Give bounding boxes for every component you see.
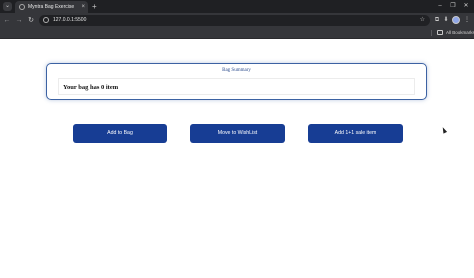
download-icon[interactable]: ⬇ (441, 13, 451, 28)
tab-favicon-icon (19, 4, 25, 10)
bookmarks-bar: All Bookmarks (0, 28, 474, 39)
add-to-bag-button[interactable]: Add to Bag (73, 124, 167, 143)
all-bookmarks-link[interactable]: All Bookmarks (446, 28, 474, 38)
address-bar[interactable]: 127.0.0.1:5500 ☆ (39, 15, 430, 26)
bookmarks-divider (431, 30, 432, 36)
move-to-wishlist-button[interactable]: Move to WishList (190, 124, 285, 143)
folder-icon[interactable] (437, 30, 443, 35)
menu-icon[interactable]: ⋮ (462, 13, 472, 28)
tab-search-icon[interactable]: ⌄ (3, 2, 12, 11)
mouse-cursor (440, 126, 448, 134)
browser-toolbar: ← → ↻ 127.0.0.1:5500 ☆ ⧉ ⬇ ⋮ (0, 13, 474, 28)
tab-title: Myntra Bag Exercise (28, 4, 75, 10)
bag-count-text: Your bag has 0 item (63, 84, 119, 91)
star-icon[interactable]: ☆ (420, 15, 425, 26)
add-sale-item-button[interactable]: Add 1+1 sale item (308, 124, 403, 143)
url-text[interactable]: 127.0.0.1:5500 (53, 15, 86, 26)
close-icon[interactable]: × (81, 1, 85, 13)
bag-summary-title: Bag Summary (222, 68, 251, 73)
back-icon[interactable]: ← (2, 13, 12, 28)
reload-icon[interactable]: ↻ (26, 13, 36, 28)
tab-strip: ⌄ Myntra Bag Exercise × + – ❐ ✕ (0, 0, 474, 13)
new-tab-icon[interactable]: + (92, 1, 97, 12)
bag-summary-panel: Bag Summary Your bag has 0 item (46, 63, 427, 100)
site-info-icon[interactable] (43, 17, 49, 23)
minimize-icon[interactable]: – (434, 0, 446, 13)
forward-icon[interactable]: → (14, 13, 24, 28)
maximize-icon[interactable]: ❐ (447, 0, 459, 13)
profile-avatar[interactable] (452, 16, 460, 24)
bag-summary-box: Your bag has 0 item (58, 78, 415, 95)
window-close-icon[interactable]: ✕ (460, 0, 472, 13)
browser-tab[interactable]: Myntra Bag Exercise × (15, 1, 88, 13)
